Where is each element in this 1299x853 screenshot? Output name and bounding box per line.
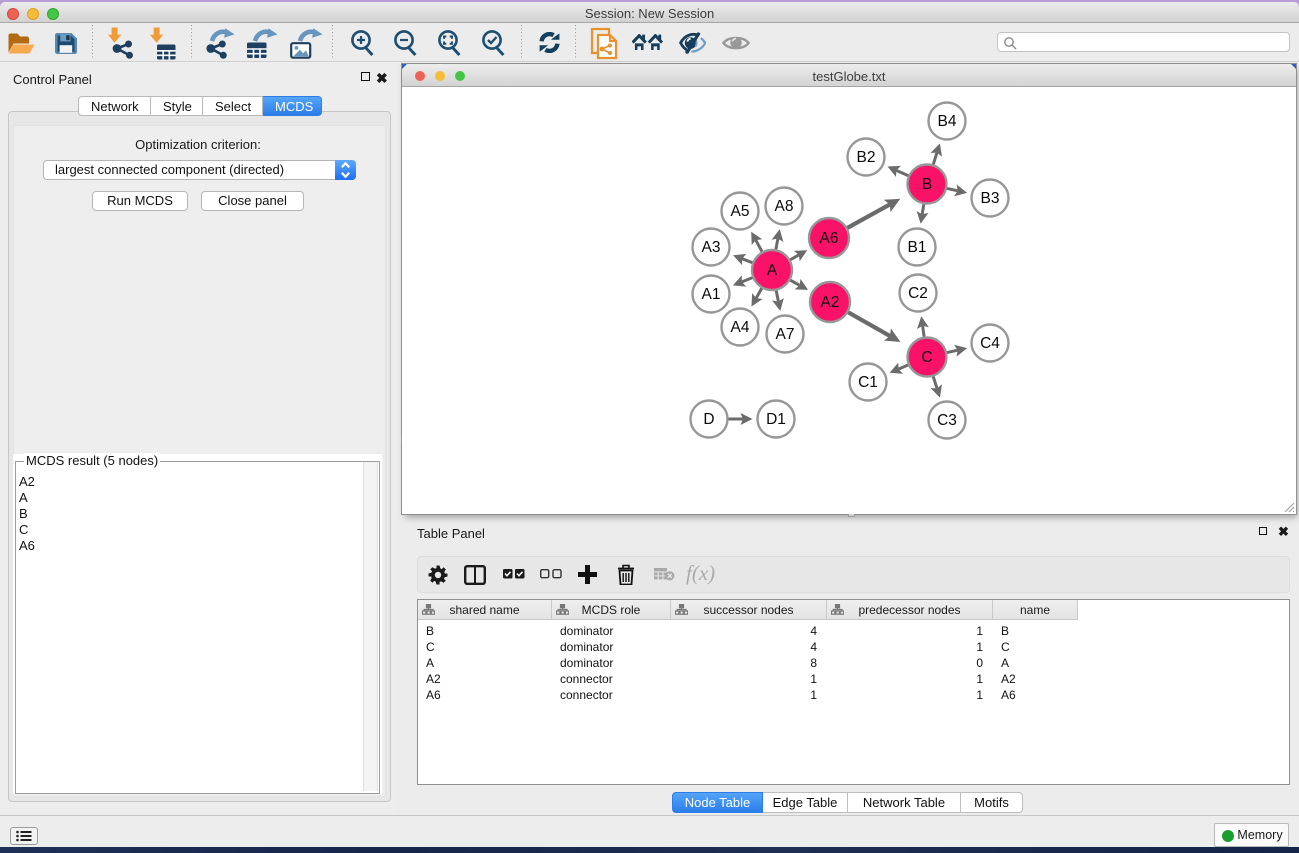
svg-text:B1: B1 bbox=[908, 239, 927, 256]
svg-text:C2: C2 bbox=[908, 285, 928, 302]
svg-text:C: C bbox=[921, 349, 932, 366]
svg-text:A1: A1 bbox=[702, 286, 721, 303]
svg-text:B3: B3 bbox=[981, 190, 1000, 207]
svg-text:A4: A4 bbox=[731, 319, 750, 336]
svg-text:A2: A2 bbox=[821, 294, 840, 311]
svg-text:A3: A3 bbox=[702, 239, 721, 256]
svg-text:B4: B4 bbox=[938, 113, 957, 130]
svg-text:D1: D1 bbox=[766, 411, 786, 428]
svg-text:B2: B2 bbox=[857, 149, 876, 166]
svg-text:A: A bbox=[767, 262, 778, 279]
svg-text:D: D bbox=[703, 411, 714, 428]
svg-text:C3: C3 bbox=[937, 412, 957, 429]
svg-text:A5: A5 bbox=[731, 203, 750, 220]
svg-text:A7: A7 bbox=[776, 326, 795, 343]
svg-text:C4: C4 bbox=[980, 335, 1000, 352]
svg-text:B: B bbox=[922, 176, 932, 193]
svg-text:A8: A8 bbox=[775, 198, 794, 215]
svg-text:A6: A6 bbox=[820, 230, 839, 247]
svg-text:C1: C1 bbox=[858, 374, 878, 391]
